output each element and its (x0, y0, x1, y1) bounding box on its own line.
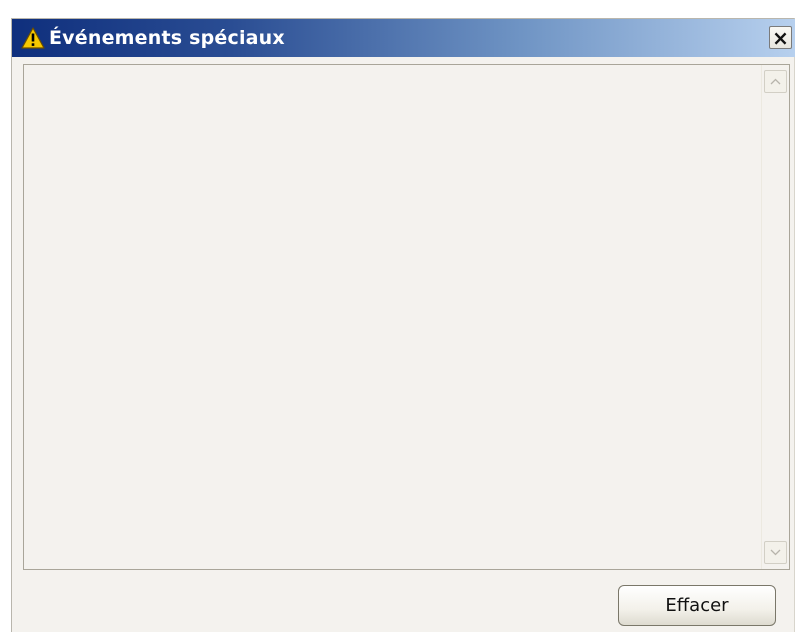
window-title: Événements spéciaux (49, 27, 285, 49)
scroll-down-button[interactable] (764, 541, 787, 564)
special-events-window: Événements spéciaux × Effacer (11, 18, 795, 632)
vertical-scrollbar[interactable] (761, 65, 789, 569)
clear-button[interactable]: Effacer (618, 585, 776, 626)
events-list[interactable] (23, 64, 790, 570)
warning-icon (21, 27, 45, 49)
scroll-up-button[interactable] (764, 70, 787, 93)
title-bar[interactable]: Événements spéciaux × (12, 19, 795, 57)
close-icon: × (772, 25, 789, 50)
chevron-down-icon (770, 549, 781, 556)
chevron-up-icon (770, 78, 781, 85)
close-button[interactable]: × (769, 26, 792, 49)
